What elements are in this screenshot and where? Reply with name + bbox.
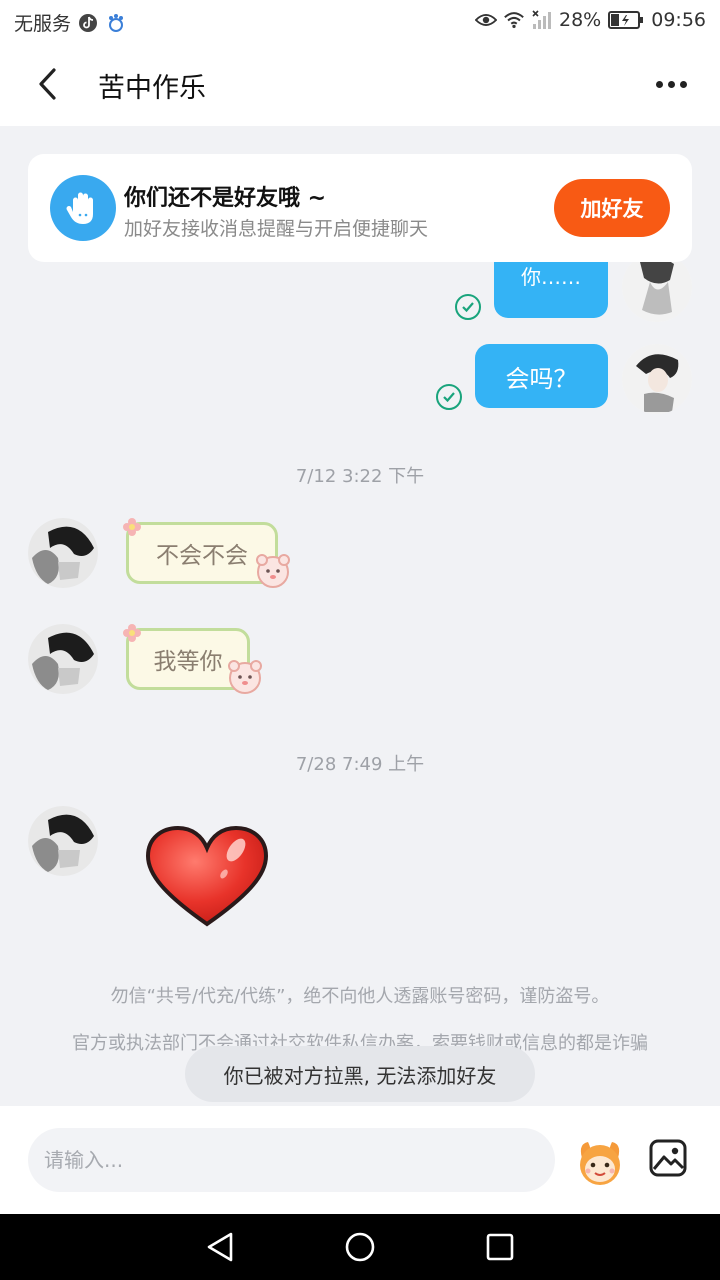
input-bar xyxy=(0,1106,720,1214)
baidu-icon xyxy=(105,12,127,34)
message-timestamp: 7/12 3:22 下午 xyxy=(295,466,425,487)
chat-title: 苦中作乐 xyxy=(98,73,206,104)
security-notice: 勿信“共号/代充/代练”，绝不向他人透露账号密码，谨防盗号。 xyxy=(110,986,610,1007)
nav-back-button[interactable] xyxy=(203,1230,237,1264)
circle-home-icon xyxy=(345,1232,375,1262)
more-options-button[interactable] xyxy=(648,64,694,104)
status-right: 28% 09:56 xyxy=(475,9,706,31)
back-button[interactable] xyxy=(28,64,68,104)
signal-icon xyxy=(531,9,553,31)
friend-request-card: 你们还不是好友哦 ~ 加好友接收消息提醒与开启便捷聊天 加好友 xyxy=(28,154,692,262)
read-check-icon xyxy=(455,294,481,320)
my-avatar[interactable] xyxy=(622,262,692,322)
wifi-icon xyxy=(503,9,525,31)
chevron-left-icon xyxy=(39,68,56,100)
emoji-face-icon xyxy=(580,1142,620,1185)
image-picker-button[interactable] xyxy=(648,1138,690,1180)
nav-home-button[interactable] xyxy=(343,1230,377,1264)
carrier-text: 无服务 xyxy=(14,13,72,35)
tiktok-icon xyxy=(77,12,99,34)
read-check-icon xyxy=(436,384,462,410)
message-text: 我等你 xyxy=(153,649,223,675)
bear-sticker-icon xyxy=(256,554,290,588)
sent-message-bubble[interactable]: 你…… xyxy=(494,262,608,318)
friend-card-title: 你们还不是好友哦 ~ xyxy=(124,186,327,211)
my-avatar[interactable] xyxy=(622,344,692,414)
status-bar: 无服务 28% 09:56 xyxy=(0,0,720,44)
friend-card-subtitle: 加好友接收消息提醒与开启便捷聊天 xyxy=(124,218,429,240)
flower-icon xyxy=(123,518,141,536)
image-icon xyxy=(649,1139,687,1177)
title-bar: 苦中作乐 xyxy=(0,44,720,126)
more-dot-icon xyxy=(655,80,663,88)
message-text: 不会不会 xyxy=(156,543,248,569)
add-friend-button[interactable]: 加好友 xyxy=(554,179,670,237)
bear-sticker-icon xyxy=(228,660,262,694)
message-input[interactable] xyxy=(28,1128,555,1192)
eye-icon xyxy=(475,9,497,31)
message-timestamp: 7/28 7:49 上午 xyxy=(295,754,425,775)
contact-avatar[interactable] xyxy=(28,518,98,588)
square-recents-icon xyxy=(486,1233,514,1261)
status-left: 无服务 xyxy=(14,9,127,36)
clock-time: 09:56 xyxy=(651,9,706,31)
sent-message-bubble[interactable]: 会吗？ xyxy=(475,344,608,408)
flower-icon xyxy=(123,624,141,642)
nav-recents-button[interactable] xyxy=(483,1230,517,1264)
battery-percent: 28% xyxy=(559,9,602,31)
battery-icon xyxy=(607,9,645,31)
triangle-back-icon xyxy=(207,1232,233,1262)
contact-avatar[interactable] xyxy=(28,624,98,694)
wave-hand-icon xyxy=(50,175,116,241)
more-dot-icon xyxy=(667,80,675,88)
emoji-button[interactable] xyxy=(574,1136,626,1188)
heart-sticker-icon[interactable] xyxy=(144,824,270,930)
blocked-toast: 你已被对方拉黑, 无法添加好友 xyxy=(185,1046,535,1102)
system-nav-bar xyxy=(0,1214,720,1280)
contact-avatar[interactable] xyxy=(28,806,98,876)
message-list[interactable]: 你…… 会吗？ 7/12 3:22 下午 不会不会 我等你 7/28 7:49 … xyxy=(0,262,720,1106)
more-dot-icon xyxy=(679,80,687,88)
